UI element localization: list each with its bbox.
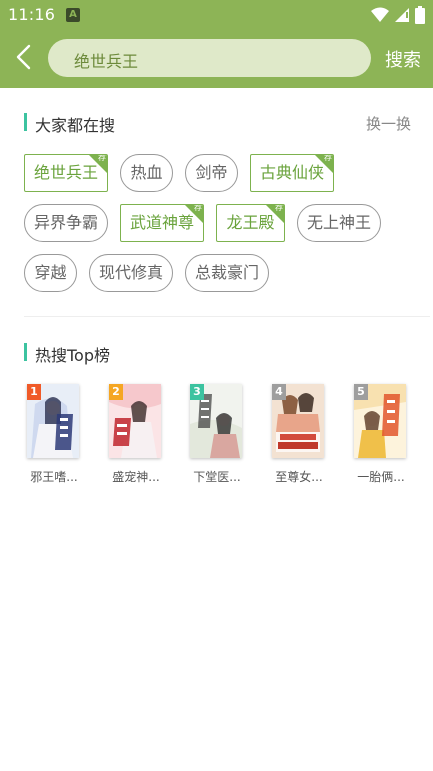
app-header: 11:16 A 绝世兵王 搜索 xyxy=(0,0,433,88)
book-cover: 4 xyxy=(272,384,324,458)
hot-tag[interactable]: 热血 xyxy=(120,154,173,192)
rank-badge: 3 xyxy=(190,384,204,400)
section-accent-bar xyxy=(24,113,27,131)
status-time: 11:16 xyxy=(8,5,56,24)
book-title: 至尊女... xyxy=(275,470,323,484)
book-title: 一胎俩... xyxy=(357,470,405,484)
hot-tag-label: 现代修真 xyxy=(98,263,163,282)
book-cover: 5 xyxy=(354,384,406,458)
notification-icon: A xyxy=(66,8,80,22)
hot-tag[interactable]: 龙王殿 荐 xyxy=(216,204,285,242)
book-cover: 3 xyxy=(190,384,242,458)
book-item[interactable]: 5 一胎俩... xyxy=(354,384,408,494)
book-item[interactable]: 3 下堂医... xyxy=(190,384,244,494)
section-divider xyxy=(24,316,430,317)
status-icons xyxy=(371,6,425,24)
hot-tag[interactable]: 总裁豪门 xyxy=(185,254,269,292)
search-input[interactable]: 绝世兵王 xyxy=(48,39,371,77)
refresh-button[interactable]: 换一换 xyxy=(366,113,411,134)
hot-tag[interactable]: 无上神王 xyxy=(297,204,381,242)
hot-tag-label: 热血 xyxy=(130,163,163,182)
rank-badge: 5 xyxy=(354,384,368,400)
hot-tag-label: 穿越 xyxy=(34,263,67,282)
top-section-title: 热搜Top榜 xyxy=(35,346,111,365)
hot-tag[interactable]: 剑帝 xyxy=(185,154,238,192)
search-button[interactable]: 搜索 xyxy=(385,46,421,72)
battery-icon xyxy=(415,6,425,24)
hot-section-title: 大家都在搜 xyxy=(35,116,116,135)
hot-tag-label: 总裁豪门 xyxy=(194,263,259,282)
hot-tag-label: 剑帝 xyxy=(195,163,228,182)
hot-tag[interactable]: 绝世兵王 荐 xyxy=(24,154,108,192)
book-title: 邪王嗜... xyxy=(30,470,78,484)
hot-tag[interactable]: 古典仙侠 荐 xyxy=(250,154,334,192)
book-item[interactable]: 4 至尊女... xyxy=(272,384,326,494)
hot-tag[interactable]: 武道神尊 荐 xyxy=(120,204,204,242)
hot-tag[interactable]: 异界争霸 xyxy=(24,204,108,242)
hot-tag-label: 无上神王 xyxy=(306,213,371,232)
status-bar: 11:16 A xyxy=(0,0,433,30)
section-accent-bar xyxy=(24,343,27,361)
hot-tag-label: 异界争霸 xyxy=(33,213,98,232)
signal-icon xyxy=(395,8,409,22)
back-arrow-icon xyxy=(16,44,31,70)
search-query: 绝世兵王 xyxy=(74,52,139,71)
hot-tag[interactable]: 穿越 xyxy=(24,254,77,292)
wifi-icon xyxy=(371,7,389,22)
book-item[interactable]: 2 盛宠神... xyxy=(109,384,163,494)
recommend-badge: 荐 xyxy=(98,154,106,162)
book-title: 盛宠神... xyxy=(112,470,160,484)
rank-badge: 1 xyxy=(27,384,41,400)
book-cover: 1 xyxy=(27,384,79,458)
book-item[interactable]: 1 邪王嗜... xyxy=(27,384,81,494)
book-title: 下堂医... xyxy=(193,470,241,484)
rank-badge: 4 xyxy=(272,384,286,400)
book-cover: 2 xyxy=(109,384,161,458)
hot-tag[interactable]: 现代修真 xyxy=(89,254,173,292)
recommend-badge: 荐 xyxy=(275,204,283,212)
rank-badge: 2 xyxy=(109,384,123,400)
recommend-badge: 荐 xyxy=(194,204,202,212)
recommend-badge: 荐 xyxy=(324,154,332,162)
back-button[interactable] xyxy=(14,44,38,74)
